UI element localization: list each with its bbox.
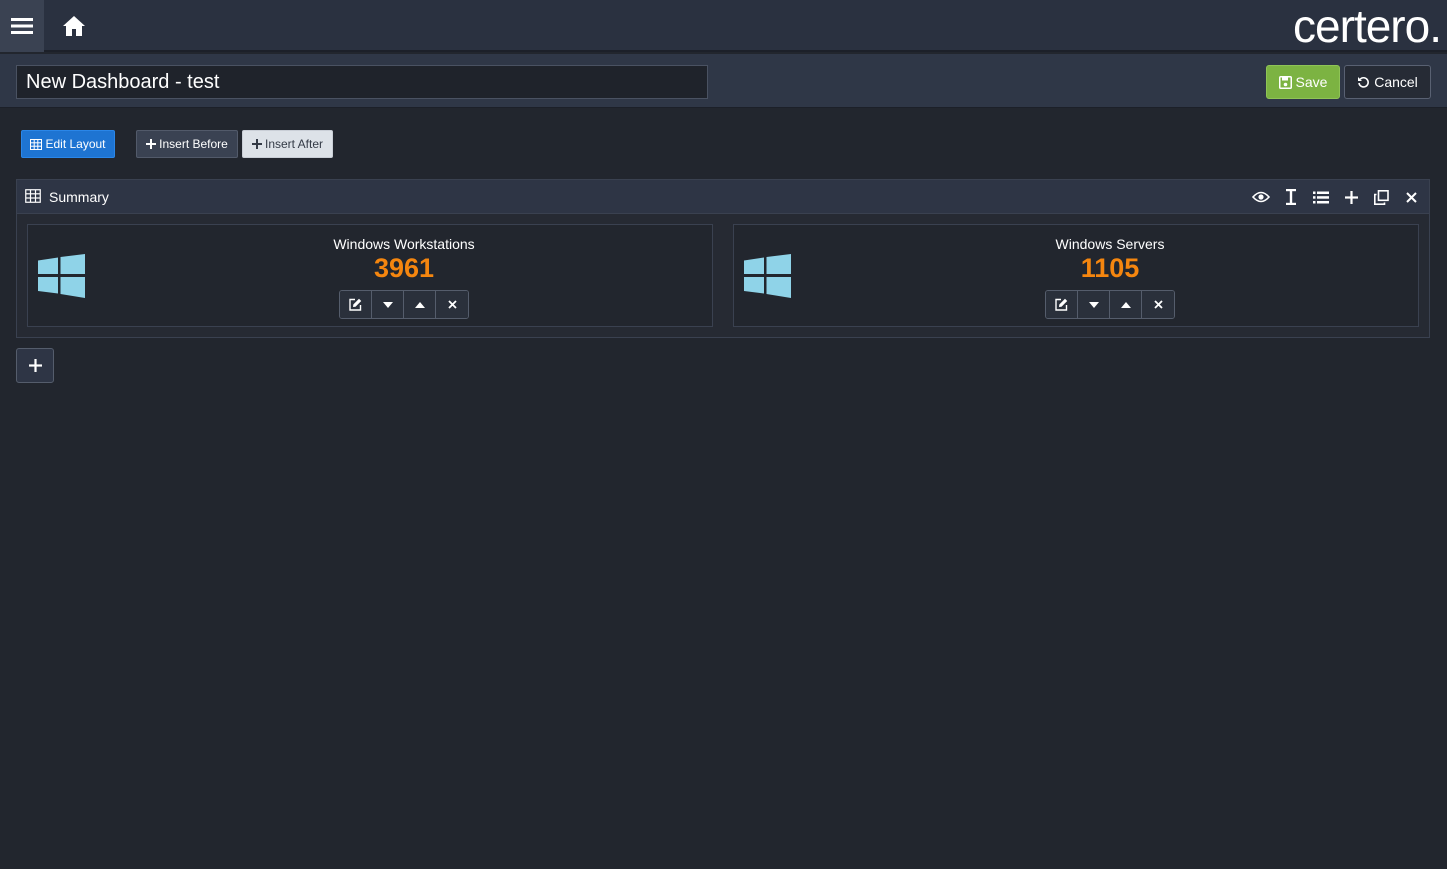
caret-up-icon <box>1120 301 1131 308</box>
widget-remove-button[interactable] <box>436 291 468 318</box>
table-icon <box>30 138 43 150</box>
panel-clone-button[interactable] <box>1367 186 1395 208</box>
widget-edit-button[interactable] <box>1046 291 1078 318</box>
close-icon <box>1153 300 1163 309</box>
widget-button-group <box>339 290 469 319</box>
widget-button-group <box>1045 290 1175 319</box>
home-icon <box>63 16 85 36</box>
hamburger-icon <box>11 18 33 34</box>
plus-icon <box>251 139 262 149</box>
save-button[interactable]: Save <box>1266 65 1340 99</box>
undo-icon <box>1358 76 1370 88</box>
edit-icon <box>349 298 362 311</box>
table-icon <box>25 189 41 203</box>
widget-move-down-button[interactable] <box>1078 291 1110 318</box>
widget-value: 1105 <box>1080 253 1140 283</box>
widget-move-up-button[interactable] <box>404 291 436 318</box>
home-button[interactable] <box>56 10 92 42</box>
widget-move-down-button[interactable] <box>372 291 404 318</box>
widget-remove-button[interactable] <box>1142 291 1174 318</box>
panel-actions <box>1247 186 1425 208</box>
widget-value: 3961 <box>373 253 435 283</box>
widget-edit-button[interactable] <box>340 291 372 318</box>
panel-close-button[interactable] <box>1397 186 1425 208</box>
summary-panel-header: Summary <box>17 180 1429 214</box>
close-icon <box>447 300 457 309</box>
top-navbar: certero. <box>0 0 1447 52</box>
certero-logo: certero. <box>1293 0 1442 52</box>
save-button-label: Save <box>1295 74 1328 90</box>
eye-icon <box>1252 191 1270 203</box>
cancel-button[interactable]: Cancel <box>1344 65 1431 99</box>
dashboard-title-bar: Save Cancel <box>0 54 1447 108</box>
insert-before-label: Insert Before <box>159 137 228 151</box>
panel-list-button[interactable] <box>1307 186 1335 208</box>
insert-after-button[interactable]: Insert After <box>242 130 333 158</box>
edit-layout-button[interactable]: Edit Layout <box>21 130 115 158</box>
widget-title: Windows Servers <box>1055 236 1165 252</box>
widget-card-windows-workstations: Windows Workstations 3961 <box>27 224 713 327</box>
summary-panel: Summary Windows Workstations 3961 Window… <box>16 179 1430 338</box>
text-cursor-icon <box>1286 189 1296 205</box>
panel-add-button[interactable] <box>1337 186 1365 208</box>
clone-icon <box>1373 189 1389 205</box>
dashboard-title-input[interactable] <box>16 65 708 99</box>
insert-after-label: Insert After <box>264 137 324 151</box>
panel-title: Summary <box>49 189 109 205</box>
close-icon <box>1405 191 1417 203</box>
caret-up-icon <box>414 301 425 308</box>
hamburger-menu-button[interactable] <box>0 0 44 52</box>
list-icon <box>1313 191 1329 203</box>
plus-icon <box>28 359 42 372</box>
plus-icon <box>1344 190 1358 204</box>
widget-move-up-button[interactable] <box>1110 291 1142 318</box>
plus-icon <box>146 139 157 149</box>
panel-rename-button[interactable] <box>1277 186 1305 208</box>
edit-icon <box>1055 298 1068 311</box>
widget-card-windows-servers: Windows Servers 1105 <box>733 224 1419 327</box>
edit-layout-label: Edit Layout <box>45 137 106 151</box>
insert-before-button[interactable]: Insert Before <box>136 130 238 158</box>
caret-down-icon <box>1088 301 1099 308</box>
panel-visibility-button[interactable] <box>1247 186 1275 208</box>
add-row-button[interactable] <box>16 348 54 383</box>
widget-title: Windows Workstations <box>333 236 475 252</box>
floppy-disk-icon <box>1278 75 1292 89</box>
caret-down-icon <box>382 301 393 308</box>
cancel-button-label: Cancel <box>1374 74 1418 90</box>
